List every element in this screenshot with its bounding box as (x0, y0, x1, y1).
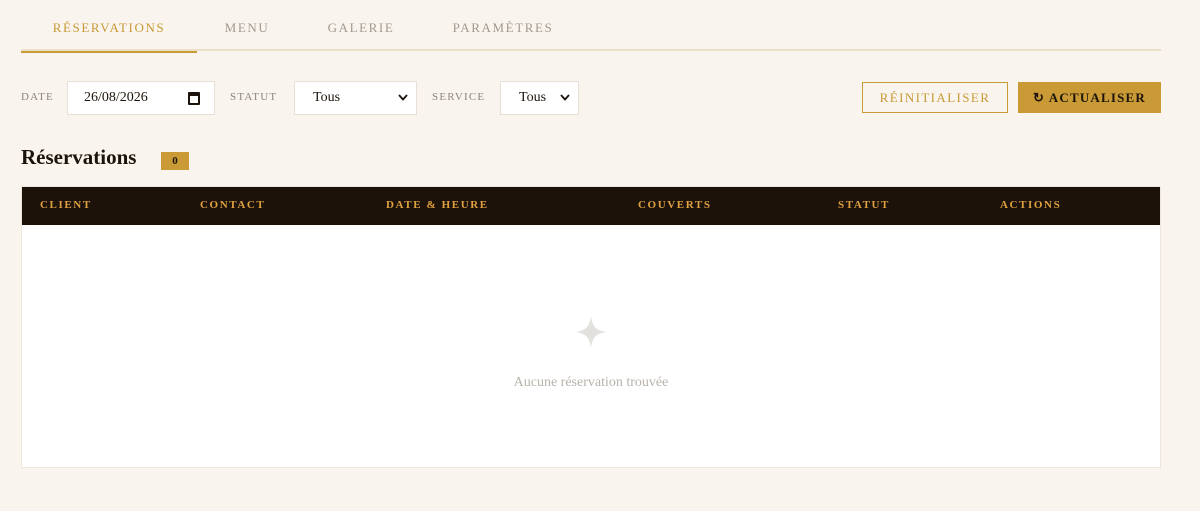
tab-menu[interactable]: MENU (211, 20, 283, 51)
empty-state-text: Aucune réservation trouvée (513, 375, 669, 390)
date-input[interactable]: 26/08/2026 (67, 81, 215, 115)
column-header-statut: STATUT (838, 199, 890, 211)
section-title: Réservations (21, 145, 137, 169)
column-header-date-heure: DATE & HEURE (386, 199, 489, 211)
column-header-actions: ACTIONS (1000, 199, 1062, 211)
filter-bar: DATE 26/08/2026 STATUT Tous SERVICE Tous… (21, 81, 1161, 115)
reservations-table: CLIENT CONTACT DATE & HEURE COUVERTS STA… (21, 186, 1161, 468)
count-badge: 0 (161, 152, 189, 170)
reset-button[interactable]: RÉINITIALISER (862, 82, 1008, 113)
sparkle-icon (575, 316, 607, 348)
main-tabs: RÉSERVATIONS MENU GALERIE PARAMÈTRES (21, 0, 1161, 53)
service-select[interactable]: Tous (500, 81, 579, 115)
statut-select[interactable]: Tous (294, 81, 417, 115)
statut-label: STATUT (230, 91, 278, 103)
tab-galerie[interactable]: GALERIE (311, 20, 411, 51)
service-label: SERVICE (432, 91, 486, 103)
column-header-couverts: COUVERTS (638, 199, 712, 211)
date-value: 26/08/2026 (84, 90, 148, 105)
column-header-contact: CONTACT (200, 199, 266, 211)
date-label: DATE (21, 91, 54, 103)
table-header: CLIENT CONTACT DATE & HEURE COUVERTS STA… (22, 187, 1160, 225)
statut-value: Tous (313, 90, 341, 105)
tab-parametres[interactable]: PARAMÈTRES (435, 20, 571, 51)
tab-reservations[interactable]: RÉSERVATIONS (21, 20, 197, 53)
chevron-down-icon (398, 93, 408, 104)
refresh-button[interactable]: ↻ ACTUALISER (1018, 82, 1161, 113)
service-value: Tous (519, 90, 547, 105)
chevron-down-icon (560, 93, 570, 104)
calendar-icon[interactable] (188, 92, 200, 105)
column-header-client: CLIENT (40, 199, 92, 211)
